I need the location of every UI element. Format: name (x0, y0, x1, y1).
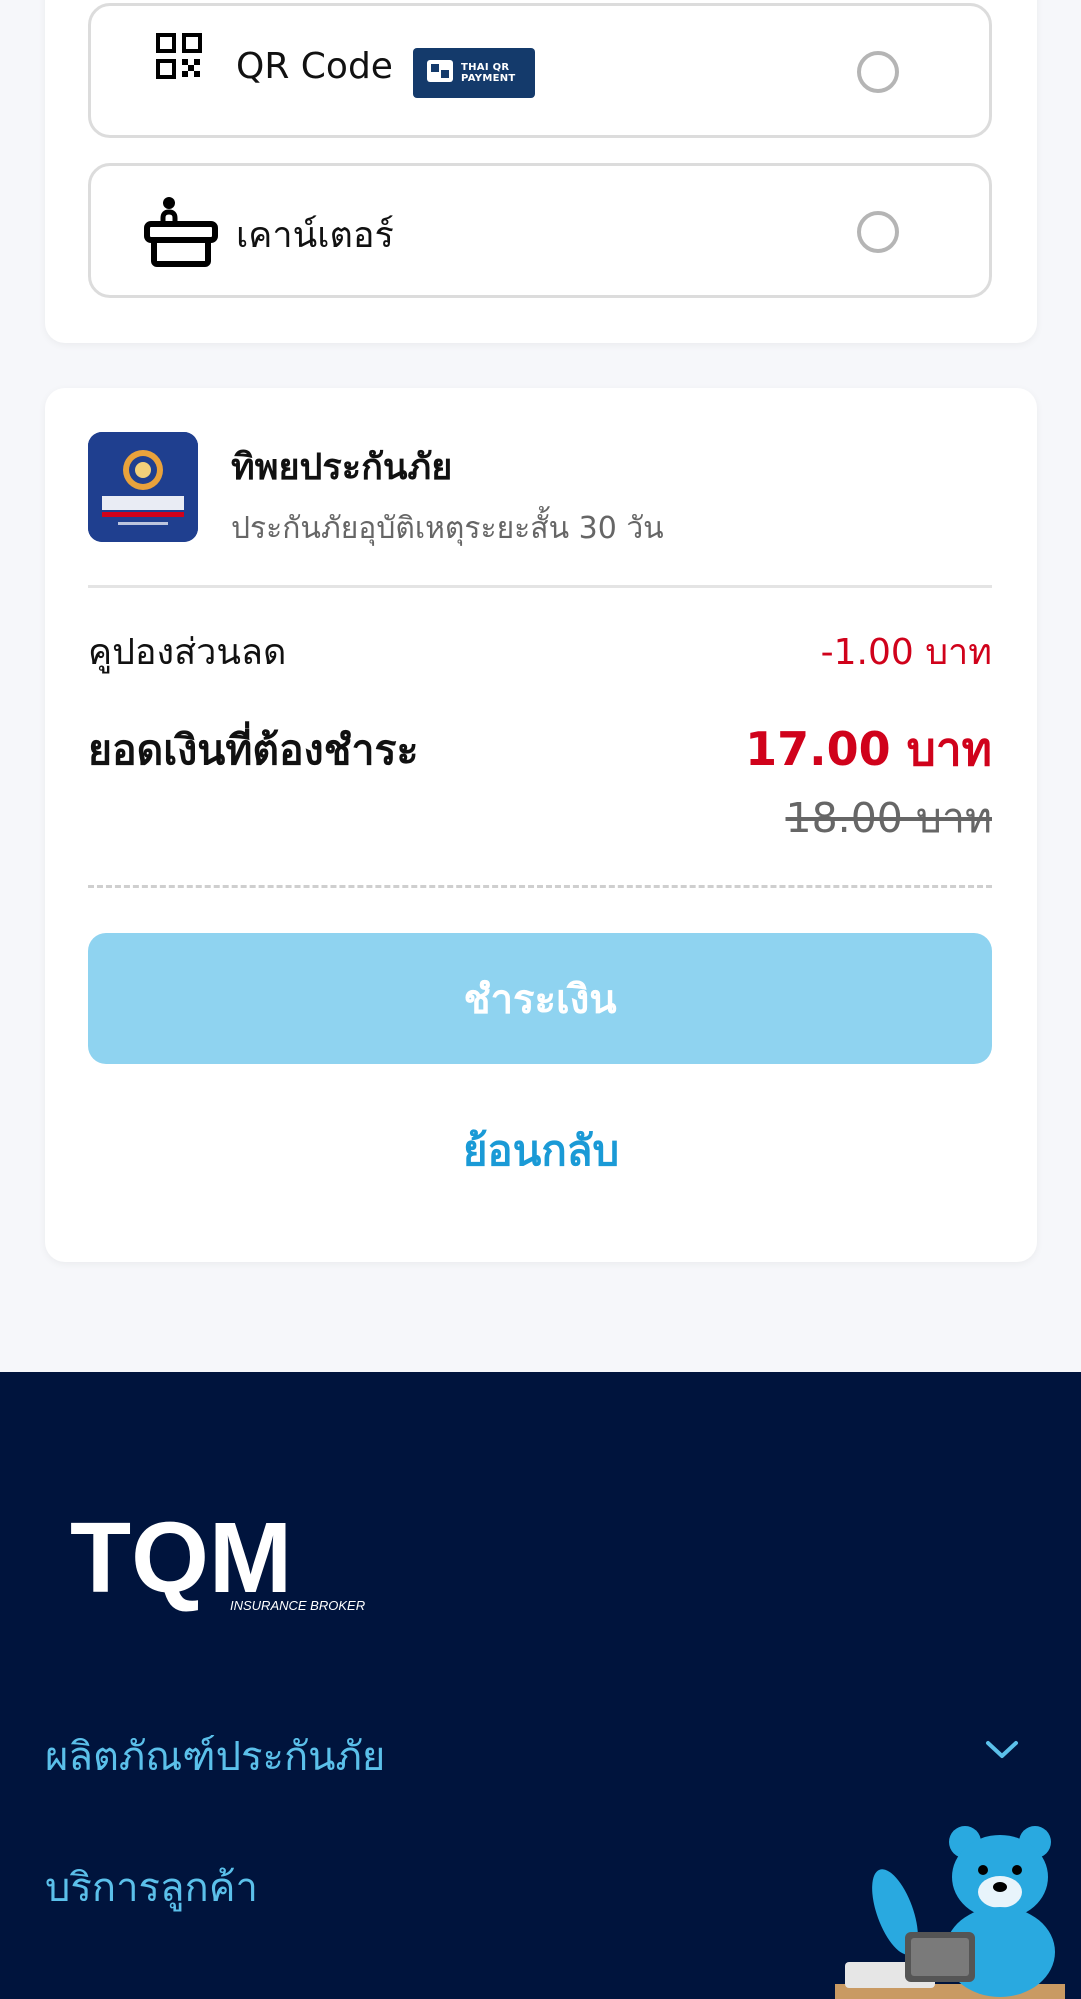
total-label: ยอดเงินที่ต้องชำระ (88, 726, 419, 774)
radio-counter[interactable] (857, 211, 899, 253)
counter-label: เคาน์เตอร์ (236, 215, 394, 256)
dashed-divider (88, 885, 992, 888)
thai-qr-icon (427, 60, 453, 86)
divider (88, 585, 992, 588)
qr-code-label: QR Code (236, 46, 393, 87)
bear-mascot-image (835, 1802, 1065, 1999)
tqm-logo-subtext: INSURANCE BROKER (230, 1598, 365, 1612)
tqm-logo-text: TQM (70, 1502, 292, 1612)
footer-menu-customer-service[interactable]: บริการลูกค้า (45, 1855, 258, 1919)
chevron-down-icon[interactable] (985, 1740, 1019, 1764)
coupon-value: -1.00 บาท (820, 632, 992, 673)
product-description: ประกันภัยอุบัติเหตุระยะสั้น 30 วัน (231, 511, 664, 546)
qr-code-icon (156, 33, 202, 83)
coupon-label: คูปองส่วนลด (88, 632, 287, 673)
payment-method-card: QR Code THAI QR PAYMENT เคาน์เตอร์ (45, 0, 1037, 343)
radio-qr[interactable] (857, 51, 899, 93)
insurer-logo (88, 432, 198, 542)
counter-icon (143, 194, 219, 274)
footer-menu-products[interactable]: ผลิตภัณฑ์ประกันภัย (45, 1724, 385, 1788)
payment-option-qr[interactable]: QR Code THAI QR PAYMENT (88, 3, 992, 138)
thai-qr-badge: THAI QR PAYMENT (413, 48, 535, 98)
thai-qr-badge-text: THAI QR PAYMENT (461, 62, 516, 84)
original-price: 18.00 บาท (785, 794, 992, 842)
tqm-logo[interactable]: TQM INSURANCE BROKER (70, 1502, 370, 1616)
insurer-name: ทิพยประกันภัย (231, 447, 453, 488)
payment-option-counter[interactable]: เคาน์เตอร์ (88, 163, 992, 298)
order-summary-card: ทิพยประกันภัย ประกันภัยอุบัติเหตุระยะสั้… (45, 388, 1037, 1262)
pay-button[interactable]: ชำระเงิน (88, 933, 992, 1064)
back-link[interactable]: ย้อนกลับ (45, 1118, 1037, 1184)
total-amount: 17.00 บาท (745, 722, 992, 776)
footer: TQM INSURANCE BROKER ผลิตภัณฑ์ประกันภัย … (0, 1372, 1081, 1999)
